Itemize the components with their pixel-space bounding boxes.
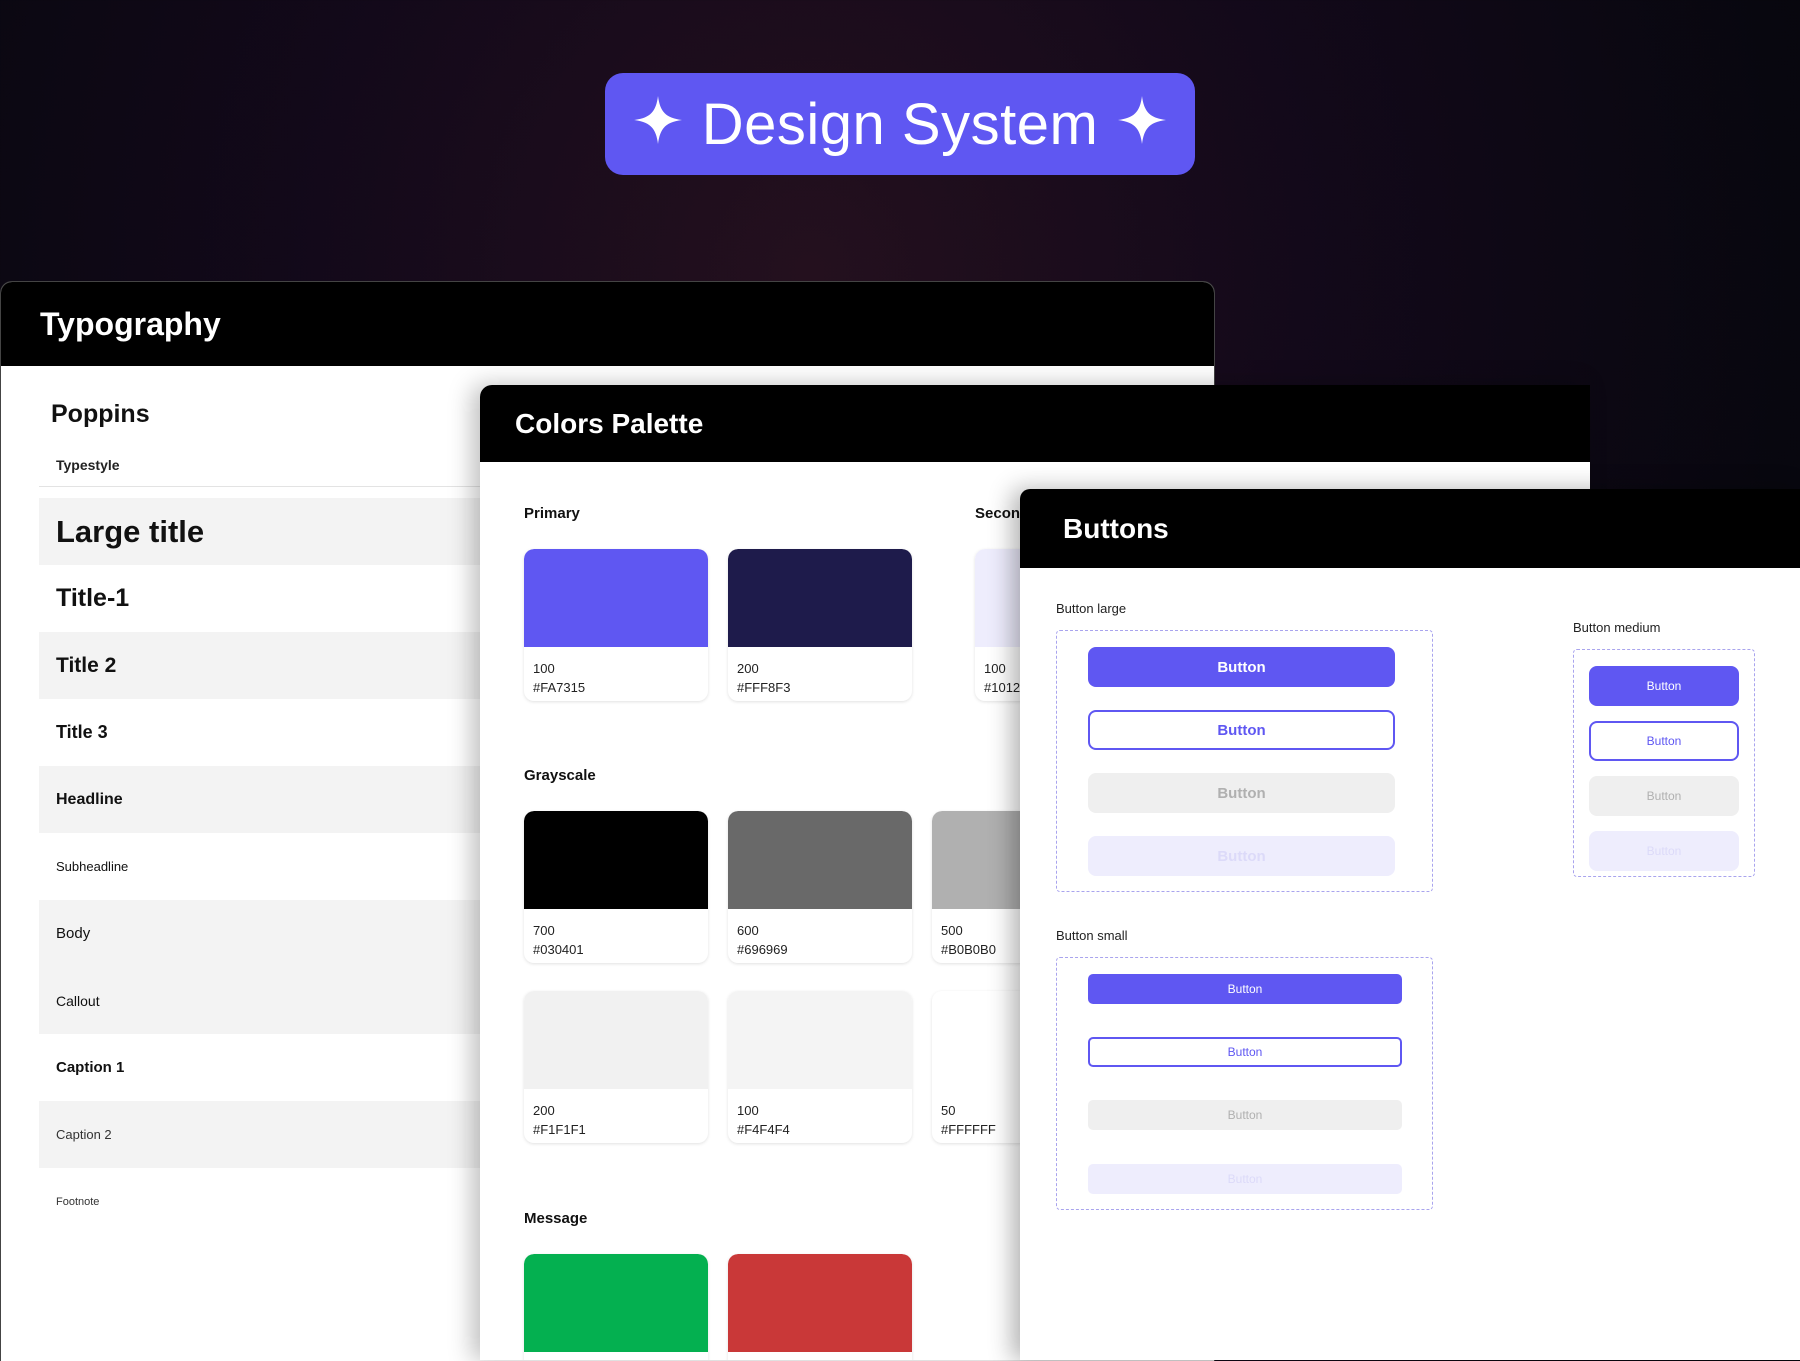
type-sample: Title-1 <box>56 584 130 612</box>
swatch-hex: #FFFFFF <box>941 1122 996 1137</box>
type-row-footnote: Footnote <box>39 1168 489 1235</box>
message-label: Message <box>524 1210 588 1227</box>
typestyle-label: Typestyle <box>56 457 120 473</box>
design-system-banner: Design System <box>605 73 1195 175</box>
swatch-message-success <box>524 1254 708 1360</box>
medium-outline-button[interactable]: Button <box>1589 721 1739 761</box>
swatch-hex: #F1F1F1 <box>533 1122 586 1137</box>
sparkle-icon <box>633 91 682 158</box>
button-medium-label: Button medium <box>1573 620 1661 635</box>
swatch-shade: 500 <box>941 923 963 938</box>
swatch-shade: 700 <box>533 923 555 938</box>
type-sample: Title 2 <box>56 653 117 677</box>
page-title: Design System <box>701 91 1099 157</box>
swatch-shade: 100 <box>533 661 555 676</box>
small-ghost-button[interactable]: Button <box>1088 1164 1402 1194</box>
type-row-callout: Callout <box>39 967 489 1034</box>
color-chip <box>728 549 912 647</box>
swatch-hex: #F4F4F4 <box>737 1122 790 1137</box>
small-disabled-button[interactable]: Button <box>1088 1100 1402 1130</box>
type-sample: Body <box>56 925 91 942</box>
swatch-gray-100: 100 #F4F4F4 <box>728 991 912 1143</box>
swatch-shade: 100 <box>737 1103 759 1118</box>
swatch-shade: 200 <box>533 1103 555 1118</box>
type-row-caption-2: Caption 2 <box>39 1101 489 1168</box>
colors-header: Colors Palette <box>480 385 1590 462</box>
colors-title: Colors Palette <box>515 407 704 439</box>
type-row-large-title: Large title <box>39 498 489 565</box>
button-small-label: Button small <box>1056 928 1128 943</box>
type-sample: Callout <box>56 992 100 1009</box>
buttons-title: Buttons <box>1063 512 1169 544</box>
type-sample: Large title <box>56 513 205 549</box>
type-row-body: Body <box>39 900 489 967</box>
type-row-caption-1: Caption 1 <box>39 1034 489 1101</box>
type-row-title-3: Title 3 <box>39 699 489 766</box>
typography-header: Typography <box>1 282 1214 366</box>
buttons-header: Buttons <box>1020 489 1800 568</box>
swatch-gray-700: 700 #030401 <box>524 811 708 963</box>
button-large-label: Button large <box>1056 601 1127 616</box>
primary-label: Primary <box>524 505 580 522</box>
color-chip <box>728 811 912 909</box>
color-chip <box>524 811 708 909</box>
typography-title: Typography <box>40 305 221 342</box>
medium-primary-button[interactable]: Button <box>1589 666 1739 706</box>
font-name: Poppins <box>51 400 150 428</box>
color-chip <box>524 549 708 647</box>
large-outline-button[interactable]: Button <box>1088 710 1395 750</box>
swatch-hex: #FA7315 <box>533 680 586 695</box>
swatch-shade: 100 <box>984 661 1006 676</box>
swatch-message-error <box>728 1254 912 1360</box>
type-row-title-2: Title 2 <box>39 632 489 699</box>
small-primary-button[interactable]: Button <box>1088 974 1402 1004</box>
color-chip <box>728 1254 912 1352</box>
type-sample: Caption 2 <box>56 1127 112 1142</box>
divider <box>39 486 489 487</box>
buttons-panel: Buttons Button large Button Button Butto… <box>1020 489 1800 1360</box>
swatch-hex: #1012 <box>984 680 1021 695</box>
swatch-hex: #FFF8F3 <box>737 680 791 695</box>
type-sample: Subheadline <box>56 859 129 874</box>
large-primary-button[interactable]: Button <box>1088 647 1395 687</box>
large-ghost-button[interactable]: Button <box>1088 836 1395 876</box>
color-chip <box>524 991 708 1089</box>
medium-disabled-button[interactable]: Button <box>1589 776 1739 816</box>
medium-ghost-button[interactable]: Button <box>1589 831 1739 871</box>
sparkle-icon <box>1118 91 1167 158</box>
color-chip <box>524 1254 708 1352</box>
swatch-shade: 50 <box>941 1103 956 1118</box>
type-sample: Caption 1 <box>56 1059 125 1076</box>
color-chip <box>728 991 912 1089</box>
swatch-gray-600: 600 #696969 <box>728 811 912 963</box>
type-sample: Footnote <box>56 1195 100 1208</box>
type-sample: Headline <box>56 790 123 808</box>
swatch-shade: 200 <box>737 661 759 676</box>
type-row-subheadline: Subheadline <box>39 833 489 900</box>
swatch-hex: #696969 <box>737 942 788 957</box>
swatch-primary-200: 200 #FFF8F3 <box>728 549 912 701</box>
swatch-hex: #030401 <box>533 942 584 957</box>
grayscale-label: Grayscale <box>524 767 596 784</box>
type-row-headline: Headline <box>39 766 489 833</box>
swatch-hex: #B0B0B0 <box>941 942 996 957</box>
swatch-primary-100: 100 #FA7315 <box>524 549 708 701</box>
small-outline-button[interactable]: Button <box>1088 1037 1402 1067</box>
swatch-shade: 600 <box>737 923 759 938</box>
secondary-label: Secon <box>975 505 1021 522</box>
type-sample: Title 3 <box>56 722 108 742</box>
large-disabled-button[interactable]: Button <box>1088 773 1395 813</box>
type-row-title-1: Title-1 <box>39 565 489 632</box>
swatch-gray-200: 200 #F1F1F1 <box>524 991 708 1143</box>
